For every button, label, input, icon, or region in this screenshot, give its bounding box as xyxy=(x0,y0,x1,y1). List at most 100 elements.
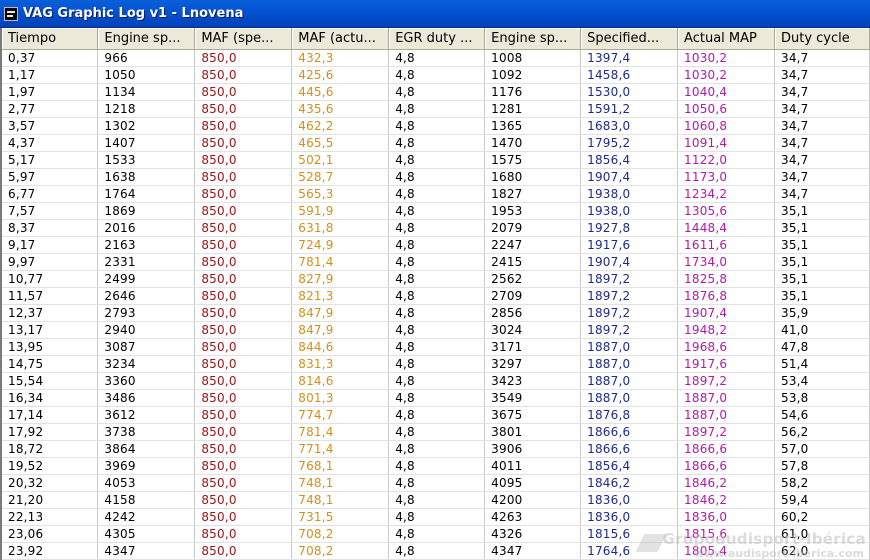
cell-duty-cycle: 35,1 xyxy=(774,287,870,305)
cell-actual-map: 1805,4 xyxy=(677,542,775,560)
cell-engine-speed: 1407 xyxy=(97,134,196,152)
cell-maf-actual: 774,7 xyxy=(291,406,390,424)
cell-egr-duty: 4,8 xyxy=(388,100,486,118)
cell-actual-map: 1030,2 xyxy=(677,66,775,84)
column-header-egr-duty[interactable]: EGR duty ... xyxy=(388,28,486,50)
table-row[interactable]: 10,77 2499 850,0 827,9 4,8 2562 1897,2 1825,8 35… xyxy=(2,270,870,288)
table-row[interactable]: 23,92 4347 850,0 708,2 4,8 4347 1764,6 1805,4 62… xyxy=(2,542,870,560)
cell-duty-cycle: 35,1 xyxy=(774,253,870,271)
table-row[interactable]: 13,95 3087 850,0 844,6 4,8 3171 1887,0 1968,6 47… xyxy=(2,338,870,356)
table-row[interactable]: 0,37 966 850,0 432,3 4,8 1008 1397,4 1030,2 34,7 xyxy=(2,49,870,67)
table-row[interactable]: 22,13 4242 850,0 731,5 4,8 4263 1836,0 1836,0 60… xyxy=(2,508,870,526)
cell-duty-cycle: 34,7 xyxy=(774,117,870,135)
cell-actual-map: 1825,8 xyxy=(677,270,775,288)
cell-egr-duty: 4,8 xyxy=(388,202,486,220)
table-row[interactable]: 7,57 1869 850,0 591,9 4,8 1953 1938,0 1305,6 35,… xyxy=(2,202,870,220)
cell-egr-duty: 4,8 xyxy=(388,338,486,356)
cell-specified-map: 1846,2 xyxy=(580,474,679,492)
table-row[interactable]: 5,17 1533 850,0 502,1 4,8 1575 1856,4 1122,0 34,… xyxy=(2,151,870,169)
app-window-icon[interactable] xyxy=(4,6,18,21)
cell-actual-map: 1846,2 xyxy=(677,474,775,492)
cell-specified-map: 1856,4 xyxy=(580,457,679,475)
table-row[interactable]: 9,17 2163 850,0 724,9 4,8 2247 1917,6 1611,6 35,… xyxy=(2,236,870,254)
cell-tiempo: 11,57 xyxy=(2,287,99,305)
column-header-tiempo[interactable]: Tiempo xyxy=(2,28,99,50)
cell-egr-duty: 4,8 xyxy=(388,525,486,543)
column-header-maf-actual[interactable]: MAF (actu... xyxy=(291,28,390,50)
cell-actual-map: 1611,6 xyxy=(677,236,775,254)
cell-maf-actual: 771,4 xyxy=(291,440,390,458)
table-row[interactable]: 16,34 3486 850,0 801,3 4,8 3549 1887,0 1887,0 53… xyxy=(2,389,870,407)
table-row[interactable]: 23,06 4305 850,0 708,2 4,8 4326 1815,6 1815,6 61… xyxy=(2,525,870,543)
table-row[interactable]: 18,72 3864 850,0 771,4 4,8 3906 1866,6 1866,6 57… xyxy=(2,440,870,458)
cell-specified-map: 1876,8 xyxy=(580,406,679,424)
cell-maf-specified: 850,0 xyxy=(194,66,293,84)
cell-duty-cycle: 59,4 xyxy=(774,491,870,509)
cell-engine-speed-2: 3171 xyxy=(484,338,582,356)
cell-duty-cycle: 34,7 xyxy=(774,66,870,84)
table-row[interactable]: 9,97 2331 850,0 781,4 4,8 2415 1907,4 1734,0 35,… xyxy=(2,253,870,271)
table-row[interactable]: 5,97 1638 850,0 528,7 4,8 1680 1907,4 1173,0 34,… xyxy=(2,168,870,186)
cell-maf-specified: 850,0 xyxy=(194,185,293,203)
column-header-engine-speed[interactable]: Engine sp... xyxy=(97,28,196,50)
cell-specified-map: 1897,2 xyxy=(580,321,679,339)
column-header-maf-specified[interactable]: MAF (spe... xyxy=(194,28,293,50)
cell-engine-speed: 1218 xyxy=(97,100,196,118)
cell-engine-speed-2: 2562 xyxy=(484,270,582,288)
cell-tiempo: 17,14 xyxy=(2,406,99,424)
table-row[interactable]: 11,57 2646 850,0 821,3 4,8 2709 1897,2 1876,8 35… xyxy=(2,287,870,305)
title-bar[interactable]: VAG Graphic Log v1 - Lnovena xyxy=(0,0,870,28)
cell-maf-specified: 850,0 xyxy=(194,304,293,322)
table-row[interactable]: 4,37 1407 850,0 465,5 4,8 1470 1795,2 1091,4 34,… xyxy=(2,134,870,152)
cell-engine-speed: 1638 xyxy=(97,168,196,186)
cell-specified-map: 1897,2 xyxy=(580,287,679,305)
cell-specified-map: 1887,0 xyxy=(580,389,679,407)
cell-egr-duty: 4,8 xyxy=(388,219,486,237)
table-row[interactable]: 21,20 4158 850,0 748,1 4,8 4200 1836,0 1846,2 59… xyxy=(2,491,870,509)
column-header-engine-speed-2[interactable]: Engine sp... xyxy=(484,28,582,50)
table-row[interactable]: 6,77 1764 850,0 565,3 4,8 1827 1938,0 1234,2 34,… xyxy=(2,185,870,203)
table-row[interactable]: 2,77 1218 850,0 435,6 4,8 1281 1591,2 1050,6 34,… xyxy=(2,100,870,118)
cell-actual-map: 1050,6 xyxy=(677,100,775,118)
table-row[interactable]: 1,97 1134 850,0 445,6 4,8 1176 1530,0 1040,4 34,… xyxy=(2,83,870,101)
cell-egr-duty: 4,8 xyxy=(388,491,486,509)
cell-maf-actual: 565,3 xyxy=(291,185,390,203)
table-row[interactable]: 12,37 2793 850,0 847,9 4,8 2856 1897,2 1907,4 35… xyxy=(2,304,870,322)
column-header-duty-cycle[interactable]: Duty cycle xyxy=(774,28,870,50)
cell-engine-speed-2: 2709 xyxy=(484,287,582,305)
cell-tiempo: 8,37 xyxy=(2,219,99,237)
cell-engine-speed: 1533 xyxy=(97,151,196,169)
table-row[interactable]: 14,75 3234 850,0 831,3 4,8 3297 1887,0 1917,6 51… xyxy=(2,355,870,373)
cell-duty-cycle: 34,7 xyxy=(774,134,870,152)
cell-egr-duty: 4,8 xyxy=(388,117,486,135)
table-row[interactable]: 3,57 1302 850,0 462,2 4,8 1365 1683,0 1060,8 34,… xyxy=(2,117,870,135)
cell-maf-specified: 850,0 xyxy=(194,457,293,475)
table-row[interactable]: 1,17 1050 850,0 425,6 4,8 1092 1458,6 1030,2 34,… xyxy=(2,66,870,84)
cell-maf-actual: 502,1 xyxy=(291,151,390,169)
table-row[interactable]: 8,37 2016 850,0 631,8 4,8 2079 1927,8 1448,4 35,… xyxy=(2,219,870,237)
cell-specified-map: 1836,0 xyxy=(580,508,679,526)
cell-tiempo: 1,97 xyxy=(2,83,99,101)
cell-egr-duty: 4,8 xyxy=(388,423,486,441)
table-row[interactable]: 19,52 3969 850,0 768,1 4,8 4011 1856,4 1866,6 57… xyxy=(2,457,870,475)
cell-engine-speed-2: 1092 xyxy=(484,66,582,84)
cell-actual-map: 1836,0 xyxy=(677,508,775,526)
table-row[interactable]: 17,92 3738 850,0 781,4 4,8 3801 1866,6 1897,2 56… xyxy=(2,423,870,441)
cell-actual-map: 1897,2 xyxy=(677,372,775,390)
table-row[interactable]: 17,14 3612 850,0 774,7 4,8 3675 1876,8 1887,0 54… xyxy=(2,406,870,424)
cell-maf-specified: 850,0 xyxy=(194,151,293,169)
cell-engine-speed: 2793 xyxy=(97,304,196,322)
cell-egr-duty: 4,8 xyxy=(388,49,486,67)
cell-maf-actual: 781,4 xyxy=(291,253,390,271)
window-title: VAG Graphic Log v1 - Lnovena xyxy=(23,6,244,21)
column-header-actual-map[interactable]: Actual MAP xyxy=(677,28,775,50)
cell-maf-specified: 850,0 xyxy=(194,202,293,220)
table-row[interactable]: 20,32 4053 850,0 748,1 4,8 4095 1846,2 1846,2 58… xyxy=(2,474,870,492)
cell-maf-specified: 850,0 xyxy=(194,253,293,271)
log-grid[interactable]: Tiempo Engine sp... MAF (spe... MAF (actu..… xyxy=(0,28,870,560)
cell-tiempo: 9,97 xyxy=(2,253,99,271)
column-header-specified-map[interactable]: Specified... xyxy=(580,28,679,50)
cell-engine-speed-2: 1680 xyxy=(484,168,582,186)
table-row[interactable]: 13,17 2940 850,0 847,9 4,8 3024 1897,2 1948,2 41… xyxy=(2,321,870,339)
table-row[interactable]: 15,54 3360 850,0 814,6 4,8 3423 1887,0 1897,2 53… xyxy=(2,372,870,390)
